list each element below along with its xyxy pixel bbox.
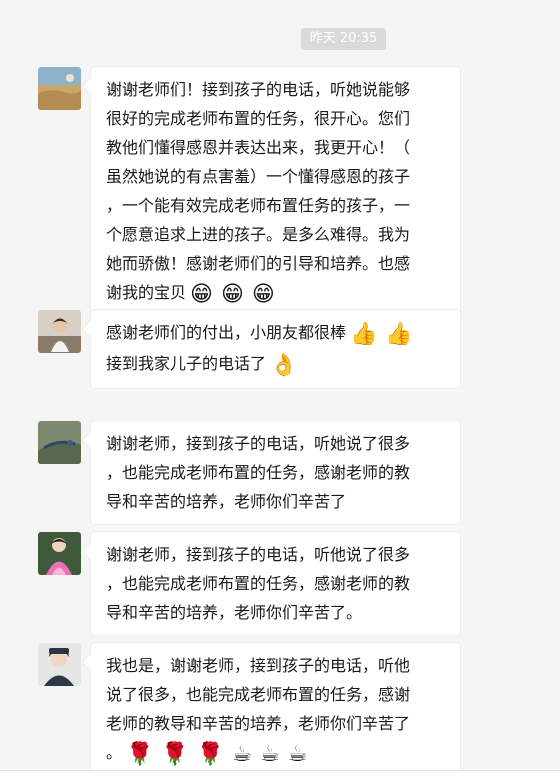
message-line: 感谢老师们的付出，小朋友都很棒 👍 👍 [106, 318, 450, 349]
rose-emoji-icon: 🌹 [196, 742, 225, 767]
message-bubble[interactable]: 谢谢老师，接到孩子的电话，听他说了很多 ，也能完成老师布置的任务，感谢老师的教 … [91, 532, 460, 635]
avatar[interactable] [38, 67, 81, 110]
message-bubble[interactable]: 我也是，谢谢老师，接到孩子的电话，听他 说了很多，也能完成老师布置的任务，感谢 … [91, 643, 460, 777]
coffee-emoji-icon: ☕ [232, 742, 252, 767]
message-line: 老师的教导和辛苦的培养，老师你们辛苦了 [106, 714, 411, 733]
message-bubble[interactable]: 谢谢老师们！接到孩子的电话，听她说能够 很好的完成老师布置的任务，很开心。您们 … [91, 67, 460, 317]
message-line: 说了很多，也能完成老师布置的任务，感谢 [106, 685, 411, 704]
message-line: 个愿意追求上进的孩子。是多么难得。我为 [106, 225, 411, 244]
message-line: 很好的完成老师布置的任务，很开心。您们 [106, 109, 411, 128]
avatar[interactable] [38, 421, 81, 464]
message-line: ，也能完成老师布置的任务，感谢老师的教 [106, 574, 411, 593]
message-text: 接到我家儿子的电话了 [106, 354, 267, 373]
message-line: 谢谢老师，接到孩子的电话，听他说了很多 [106, 545, 411, 564]
rose-emoji-icon: 🌹 [161, 742, 189, 767]
message-line: 谢我的宝贝 😁 😁 😁 [106, 278, 450, 309]
message-text: 。 [106, 743, 123, 762]
message-line: 谢谢老师，接到孩子的电话，听她说了很多 [106, 434, 411, 453]
message-line: 她而骄傲！感谢老师们的引导和培养。也感 [106, 254, 411, 273]
message-bubble[interactable]: 感谢老师们的付出，小朋友都很棒 👍 👍 接到我家儿子的电话了 👌 [91, 310, 460, 388]
message-line: 。 🌹 🌹 🌹 ☕ ☕ ☕ [106, 738, 450, 769]
rose-emoji-icon: 🌹 [126, 742, 154, 767]
coffee-emoji-icon: ☕ [259, 742, 280, 767]
avatar[interactable] [38, 643, 81, 686]
coffee-emoji-icon: ☕ [287, 742, 308, 767]
grin-emoji-icon: 😁 [251, 282, 275, 307]
message-text: 谢我的宝贝 [106, 283, 187, 302]
ok-hand-emoji-icon: 👌 [270, 353, 298, 378]
message-line: 教他们懂得感恩并表达出来，我更开心！（ [106, 138, 411, 157]
message-line: 谢谢老师们！接到孩子的电话，听她说能够 [106, 80, 411, 99]
grin-emoji-icon: 😁 [190, 282, 213, 307]
message-line: 导和辛苦的培养，老师你们辛苦了。 [106, 603, 363, 622]
thumbs-up-emoji-icon: 👍 [385, 322, 413, 347]
avatar[interactable] [38, 310, 81, 353]
thumbs-up-emoji-icon: 👍 [350, 322, 378, 347]
message-line: 接到我家儿子的电话了 👌 [106, 349, 450, 380]
grin-emoji-icon: 😁 [220, 282, 244, 307]
message-line: 虽然她说的有点害羞）一个懂得感恩的孩子 [106, 167, 411, 186]
avatar[interactable] [38, 532, 81, 575]
message-line: 我也是，谢谢老师，接到孩子的电话，听他 [106, 656, 411, 675]
message-line: ，一个能有效完成老师布置任务的孩子，一 [106, 196, 411, 215]
message-bubble[interactable]: 谢谢老师，接到孩子的电话，听她说了很多 ，也能完成老师布置的任务，感谢老师的教 … [91, 421, 460, 524]
message-text: 感谢老师们的付出，小朋友都很棒 [106, 323, 347, 342]
message-line: 导和辛苦的培养，老师你们辛苦了 [106, 492, 347, 511]
message-line: ，也能完成老师布置的任务，感谢老师的教 [106, 463, 411, 482]
timestamp-badge: 昨天 20:35 [301, 28, 386, 50]
